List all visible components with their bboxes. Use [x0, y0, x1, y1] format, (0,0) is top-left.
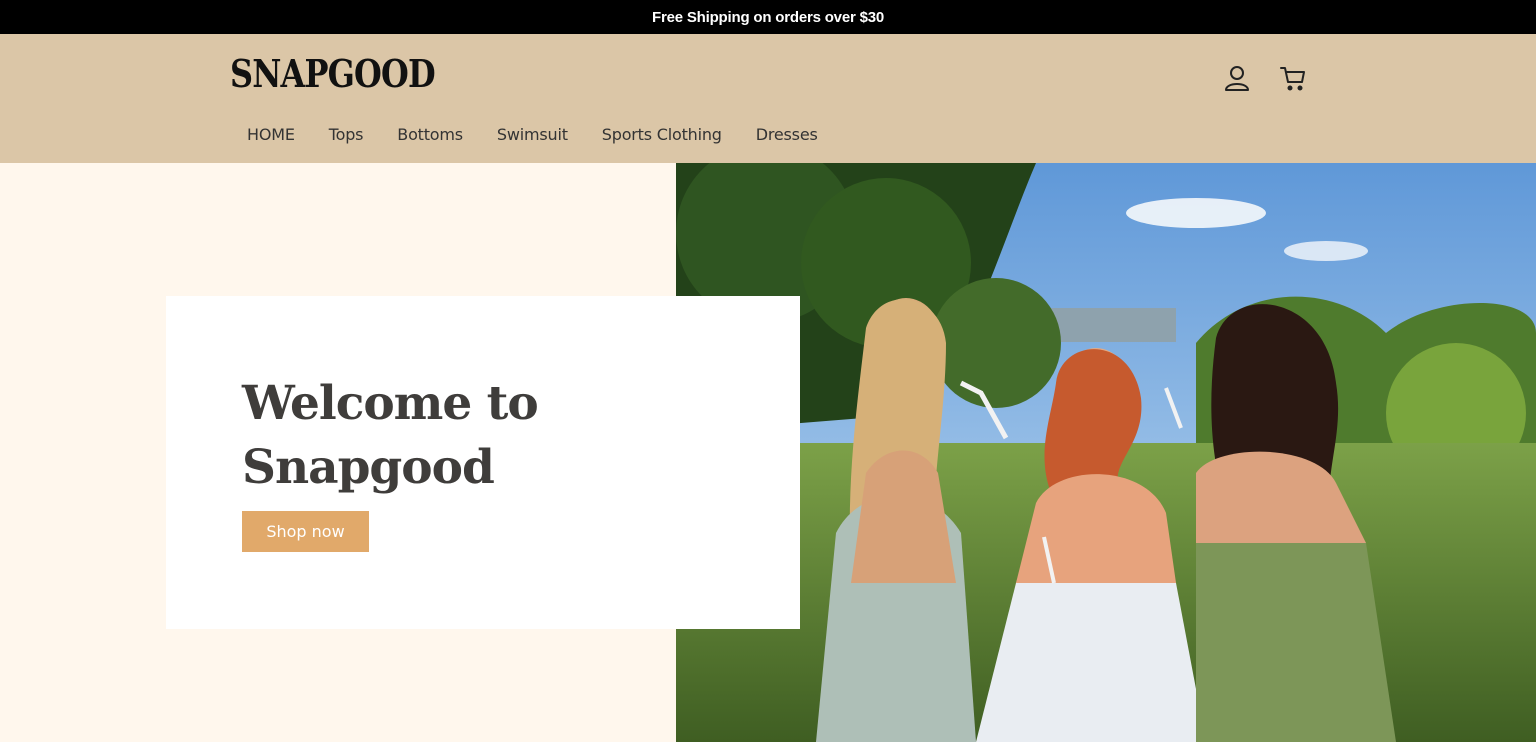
main-nav: HOME Tops Bottoms Swimsuit Sports Clothi…	[230, 122, 835, 147]
page-title-line-1: Welcome to	[242, 376, 539, 431]
nav-item-tops[interactable]: Tops	[312, 122, 381, 147]
nav-item-dresses[interactable]: Dresses	[739, 122, 835, 147]
page-title: Welcome to Snapgood	[242, 372, 662, 500]
announcement-text: Free Shipping on orders over $30	[652, 8, 884, 26]
shop-now-button[interactable]: Shop now	[242, 511, 369, 552]
hero-image	[676, 163, 1536, 742]
cart-icon[interactable]	[1278, 63, 1308, 93]
announcement-bar: Free Shipping on orders over $30	[0, 0, 1536, 34]
site-header: SNAPGOOD HOME Tops Bottoms Swimsuit Spor…	[0, 34, 1536, 163]
header-icons	[1222, 63, 1308, 93]
nav-item-bottoms[interactable]: Bottoms	[380, 122, 480, 147]
nav-item-home[interactable]: HOME	[230, 122, 312, 147]
nav-item-sports-clothing[interactable]: Sports Clothing	[585, 122, 739, 147]
user-icon[interactable]	[1222, 63, 1252, 93]
welcome-card: Welcome to Snapgood Shop now	[166, 296, 800, 629]
page-title-line-2: Snapgood	[242, 440, 495, 495]
hero-photo-illustration	[676, 163, 1536, 742]
nav-item-swimsuit[interactable]: Swimsuit	[480, 122, 585, 147]
logo[interactable]: SNAPGOOD	[230, 52, 436, 96]
